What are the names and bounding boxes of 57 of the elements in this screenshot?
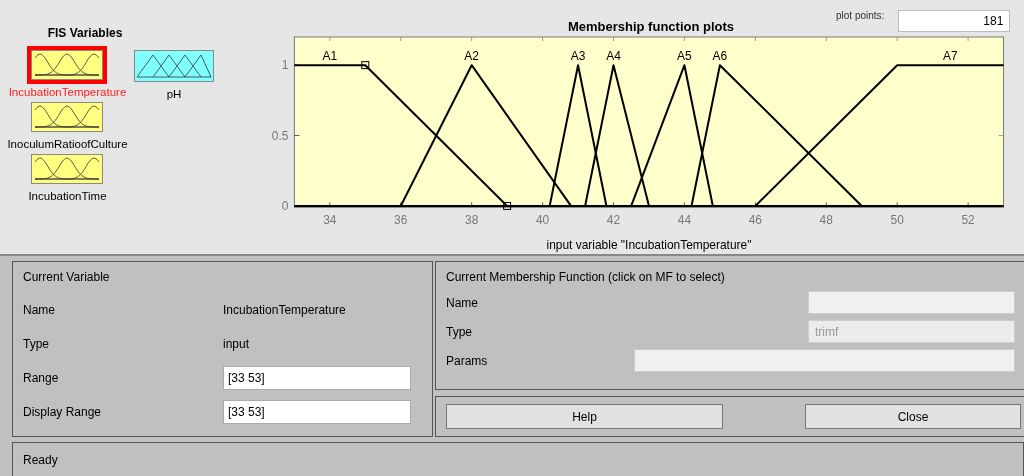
x-axis-label: input variable "IncubationTemperature" <box>546 238 752 252</box>
membership-function-label: A2 <box>464 48 479 63</box>
membership-function-line[interactable] <box>630 64 714 207</box>
field-label: Params <box>446 353 489 368</box>
output-variable-icon[interactable] <box>134 50 214 82</box>
x-tick-label: 44 <box>677 213 692 228</box>
name-field[interactable] <box>808 291 1015 314</box>
plot-title: Membership function plots <box>566 19 736 34</box>
field-label: Name <box>446 295 479 310</box>
variable-label: IncubationTemperature <box>8 86 127 98</box>
field-value: IncubationTemperature <box>223 303 347 317</box>
x-tick-label: 42 <box>606 213 621 228</box>
panel-title: Current Membership Function (click on MF to select) <box>446 270 726 284</box>
input-variable-icon[interactable] <box>31 102 104 132</box>
x-tick-label: 50 <box>890 213 904 228</box>
y-tick-label: 1 <box>281 58 289 72</box>
field-label: Range <box>23 371 60 385</box>
x-tick-label: 52 <box>961 213 975 228</box>
membership-function-label: A7 <box>943 48 958 63</box>
params-field[interactable] <box>634 349 1015 372</box>
variable-label: pH <box>166 88 182 100</box>
panel-title: FIS Variables <box>46 26 124 40</box>
x-tick-label: 46 <box>748 213 762 228</box>
display-range-field[interactable]: [33 53] <box>223 400 411 424</box>
membership-function-line[interactable] <box>584 64 650 207</box>
variable-label: IncubationTime <box>28 190 107 202</box>
field-label: Name <box>23 303 56 317</box>
membership-function-line[interactable] <box>548 64 608 207</box>
membership-function-line[interactable] <box>293 61 512 210</box>
variable-label: InoculumRatioofCulture <box>7 138 128 150</box>
membership-function-label: A3 <box>570 48 586 63</box>
membership-function-label: A4 <box>606 48 621 63</box>
status-text: Ready <box>23 453 58 467</box>
x-tick-label: 38 <box>465 213 479 228</box>
membership-function-line[interactable] <box>690 64 863 207</box>
x-tick-label: 36 <box>394 213 408 228</box>
plot-points-label: plot points: <box>836 10 885 21</box>
x-tick-label: 40 <box>535 213 550 228</box>
field-label: Type <box>446 324 473 339</box>
y-tick-label: 0 <box>281 198 289 213</box>
membership-function-label: A1 <box>322 48 338 63</box>
range-field[interactable]: [33 53] <box>223 366 411 390</box>
field-label: Type <box>23 337 50 351</box>
membership-function-line[interactable] <box>754 64 1005 207</box>
y-tick-label: 0.5 <box>271 128 289 143</box>
plot-points-field[interactable]: 181 <box>898 10 1011 32</box>
membership-function-label: A5 <box>677 48 692 63</box>
panel-title: Current Variable <box>23 270 111 284</box>
help-button[interactable]: Help <box>446 404 723 429</box>
x-tick-label: 48 <box>819 213 833 228</box>
membership-function-label: A6 <box>712 48 728 63</box>
close-button[interactable]: Close <box>805 404 1021 429</box>
field-label: Display Range <box>23 405 103 419</box>
x-tick-label: 34 <box>323 213 337 228</box>
field-value: input <box>223 337 251 351</box>
input-variable-icon[interactable] <box>31 154 104 184</box>
membership-function-line[interactable] <box>399 64 572 207</box>
